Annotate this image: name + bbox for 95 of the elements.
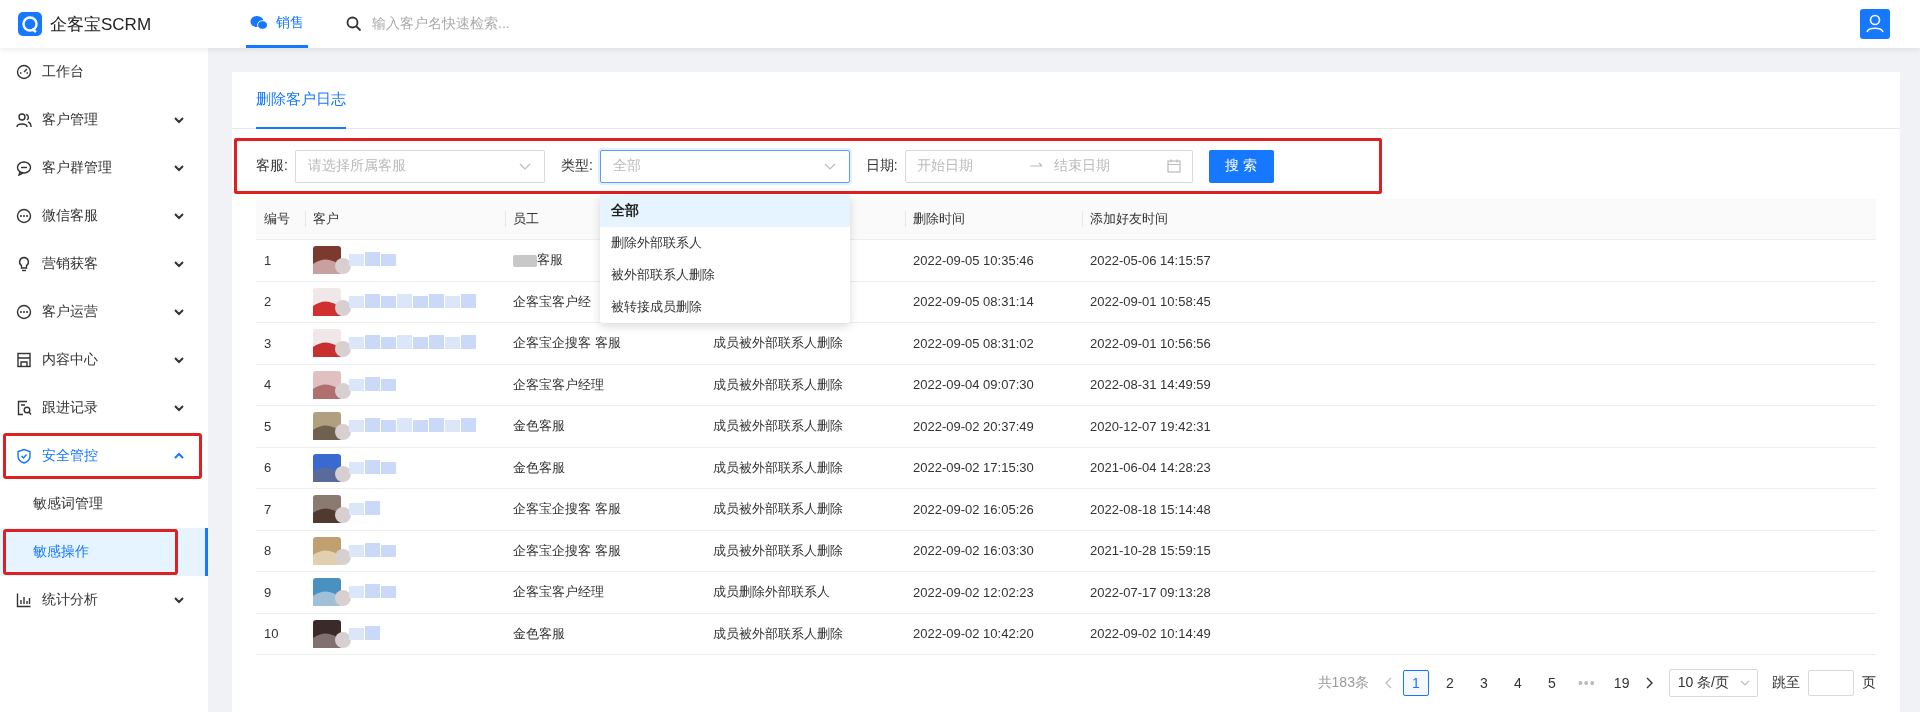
dropdown-option[interactable]: 全部 bbox=[599, 194, 850, 227]
table-cell: 2022-09-05 10:35:46 bbox=[905, 239, 1082, 281]
table-cell: 2022-07-17 09:13:28 bbox=[1082, 571, 1876, 613]
users-icon bbox=[16, 112, 32, 128]
table-cell: 金色客服 bbox=[513, 418, 565, 434]
table-cell: 企客宝客户经理 bbox=[513, 376, 604, 392]
lightbulb-icon bbox=[16, 256, 32, 272]
app-title: 企客宝SCRM bbox=[50, 13, 152, 36]
table-cell: 2022-09-05 08:31:02 bbox=[905, 322, 1082, 364]
logo-icon bbox=[18, 12, 42, 36]
table-cell: 成员被外部联系人删除 bbox=[705, 405, 905, 447]
chat-dots-icon bbox=[16, 304, 32, 320]
column-header: 添加好友时间 bbox=[1082, 199, 1876, 240]
table-cell: 成员被外部联系人删除 bbox=[705, 613, 905, 655]
field-label: 类型: bbox=[560, 157, 593, 175]
table-cell: 2 bbox=[256, 281, 305, 323]
table-cell: 6 bbox=[256, 447, 305, 489]
menu-item[interactable]: 营销获客 bbox=[0, 240, 208, 288]
dropdown-option[interactable]: 被转接成员删除 bbox=[599, 290, 850, 323]
arrow-right-icon bbox=[1029, 162, 1044, 170]
table-cell: 金色客服 bbox=[513, 625, 565, 641]
document-search-icon bbox=[16, 400, 32, 416]
column-header: 编号 bbox=[256, 199, 305, 240]
table-cell: 2022-09-04 09:07:30 bbox=[905, 364, 1082, 406]
table-cell: 2021-06-04 14:28:23 bbox=[1082, 447, 1876, 489]
table-cell: 成员被外部联系人删除 bbox=[705, 488, 905, 530]
menu-item[interactable]: 工作台 bbox=[0, 48, 208, 96]
table-cell: 成员被外部联系人删除 bbox=[705, 530, 905, 572]
table-cell: 2022-09-02 10:14:49 bbox=[1082, 613, 1876, 655]
table-cell: 企客宝客户经理 bbox=[513, 584, 604, 600]
table-cell: 金色客服 bbox=[513, 459, 565, 475]
menu-item[interactable]: 客户管理 bbox=[0, 96, 208, 144]
menu-item[interactable]: 客户运营 bbox=[0, 288, 208, 336]
dropdown-option[interactable]: 被外部联系人删除 bbox=[599, 258, 850, 291]
table-cell: 2022-09-02 16:03:30 bbox=[905, 530, 1082, 572]
table-cell: 7 bbox=[256, 488, 305, 530]
table-cell: 2022-05-06 14:15:57 bbox=[1082, 239, 1876, 281]
chat-dots-icon bbox=[16, 208, 32, 224]
table-cell: 成员被外部联系人删除 bbox=[705, 364, 905, 406]
table-cell: 10 bbox=[256, 613, 305, 655]
submenu-item[interactable]: 敏感操作 bbox=[0, 528, 208, 576]
table-cell: 2022-09-02 12:02:23 bbox=[905, 571, 1082, 613]
table-cell: 企客宝企搜客 客服 bbox=[513, 501, 621, 517]
menu-item[interactable]: 统计分析 bbox=[0, 576, 208, 624]
table-cell: 2022-08-18 15:14:48 bbox=[1082, 488, 1876, 530]
calendar-icon bbox=[1166, 159, 1181, 173]
table-cell: 客服 bbox=[537, 252, 563, 268]
table-cell: 成员被外部联系人删除 bbox=[705, 322, 905, 364]
menu-item[interactable]: 内容中心 bbox=[0, 336, 208, 384]
menu-item[interactable]: 跟进记录 bbox=[0, 384, 208, 432]
table-cell: 2020-12-07 19:42:31 bbox=[1082, 405, 1876, 447]
table-cell: 企客宝企搜客 客服 bbox=[513, 542, 621, 558]
table-cell: 成员被外部联系人删除 bbox=[705, 447, 905, 489]
table-cell: 2022-09-01 10:58:45 bbox=[1082, 281, 1876, 323]
table-cell: 2022-09-05 08:31:14 bbox=[905, 281, 1082, 323]
table-cell: 2022-09-02 17:15:30 bbox=[905, 447, 1082, 489]
page-input[interactable] bbox=[1808, 670, 1854, 696]
search-icon bbox=[346, 16, 362, 32]
submenu-item[interactable]: 敏感词管理 bbox=[0, 480, 208, 528]
table-cell: 9 bbox=[256, 571, 305, 613]
table-cell: 8 bbox=[256, 530, 305, 572]
column-header: 删除时间 bbox=[905, 199, 1082, 240]
table-cell: 3 bbox=[256, 322, 305, 364]
column-header: 客户 bbox=[305, 199, 505, 240]
jump-label: 跳至 bbox=[1772, 674, 1800, 692]
table-cell: 2022-08-31 14:49:59 bbox=[1082, 364, 1876, 406]
table-cell: 5 bbox=[256, 405, 305, 447]
table-cell: 企客宝客户经 bbox=[513, 293, 591, 309]
page-link[interactable]: 1 bbox=[1402, 670, 1429, 696]
table-cell: 企客宝企搜客 客服 bbox=[513, 335, 621, 351]
total-count: 共183条 bbox=[1317, 674, 1369, 692]
table-cell: 2022-09-02 20:37:49 bbox=[905, 405, 1082, 447]
chat-icon bbox=[16, 160, 32, 176]
shield-icon bbox=[16, 448, 32, 464]
page-size-select[interactable]: 10 条/页 bbox=[1668, 669, 1758, 697]
gauge-icon bbox=[16, 64, 32, 80]
table-cell: 2021-10-28 15:59:15 bbox=[1082, 530, 1876, 572]
page-suffix: 页 bbox=[1862, 674, 1876, 692]
menu-item[interactable]: 微信客服 bbox=[0, 192, 208, 240]
table-cell: 1 bbox=[256, 239, 305, 281]
menu-item[interactable]: 客户群管理 bbox=[0, 144, 208, 192]
field-label: 日期: bbox=[865, 157, 898, 175]
storefront-icon bbox=[16, 352, 32, 368]
chat-bubbles-icon bbox=[250, 14, 268, 31]
table-cell: 2022-09-01 10:56:56 bbox=[1082, 322, 1876, 364]
table-cell: 成员删除外部联系人 bbox=[705, 571, 905, 613]
search-button[interactable]: 搜 索 bbox=[1208, 149, 1274, 183]
user-avatar-icon[interactable] bbox=[1860, 9, 1890, 39]
page-tab[interactable]: 删除客户日志 bbox=[256, 72, 346, 129]
bar-chart-icon bbox=[16, 592, 32, 608]
table-cell: 4 bbox=[256, 364, 305, 406]
table-cell: 2022-09-02 10:42:20 bbox=[905, 613, 1082, 655]
table-cell: 2022-09-02 16:05:26 bbox=[905, 488, 1082, 530]
menu-item[interactable]: 安全管控 bbox=[0, 432, 208, 480]
field-label: 客服: bbox=[256, 157, 288, 175]
